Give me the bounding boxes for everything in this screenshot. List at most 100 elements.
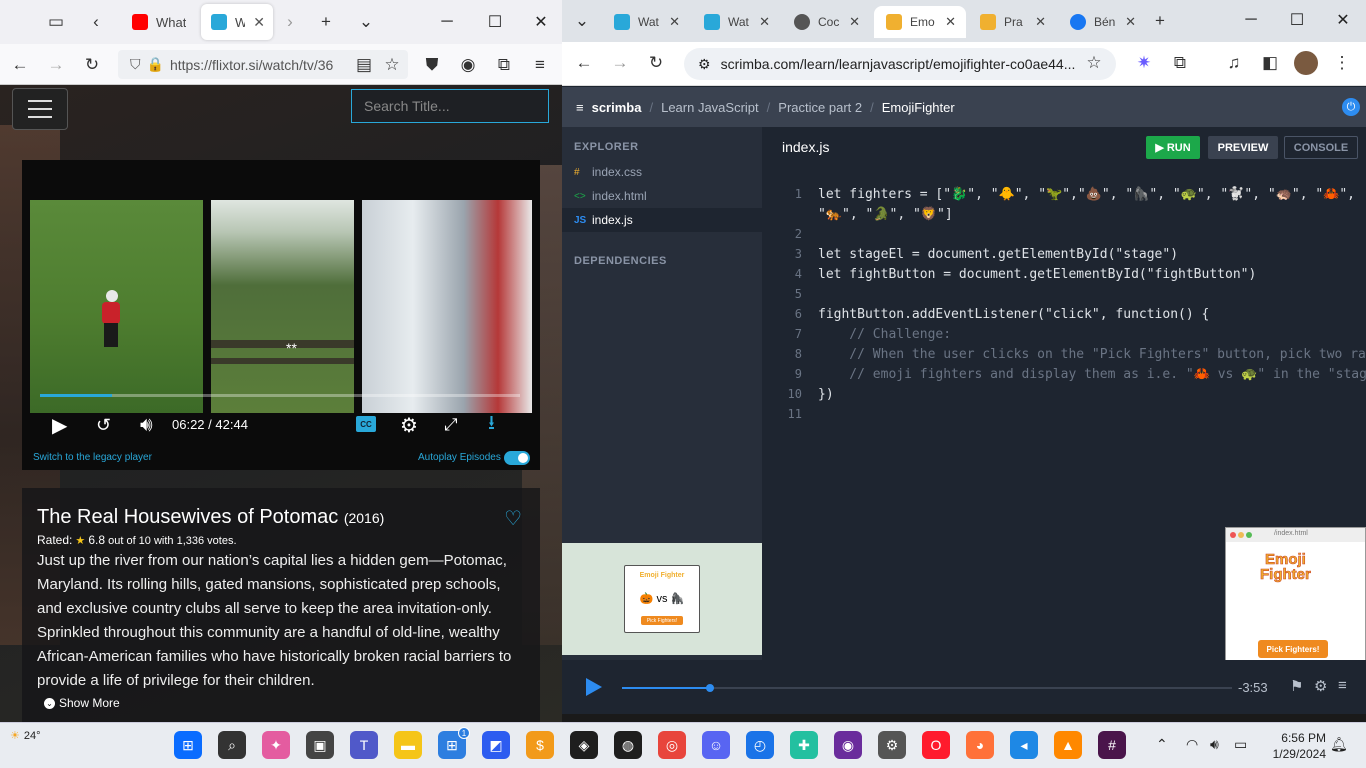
start-app-icon[interactable]: ⊞ [174, 731, 202, 759]
site-info-icon[interactable]: ⚙ [698, 56, 711, 73]
close-window-icon[interactable]: ✕ [1320, 0, 1366, 40]
menu-icon[interactable]: ⋮ [1330, 51, 1354, 75]
task-view-app-icon[interactable]: ▣ [306, 731, 334, 759]
heart-icon[interactable]: ♡ [504, 506, 522, 531]
github-app-icon[interactable]: ◍ [614, 731, 642, 759]
copilot-app-icon[interactable]: ✦ [262, 731, 290, 759]
file-index-css[interactable]: # index.css [562, 160, 762, 184]
back-icon[interactable]: ← [8, 53, 32, 77]
minimize-icon[interactable]: ─ [1228, 0, 1274, 40]
teams-app-icon[interactable]: T [350, 731, 378, 759]
play-icon[interactable]: ▶ [52, 412, 67, 438]
tab-scroll-left-icon[interactable]: ‹ [84, 10, 108, 34]
hamburger-menu-button[interactable] [12, 88, 68, 130]
tab-facebook[interactable]: Bén ✕ [1058, 6, 1146, 38]
file-index-html[interactable]: <> index.html [562, 184, 762, 208]
gear-icon[interactable]: ⚙ [400, 412, 418, 438]
scrimba-logo[interactable]: ≡ scrimba [576, 100, 641, 115]
app2-app-icon[interactable]: $ [526, 731, 554, 759]
app1-app-icon[interactable]: ◩ [482, 731, 510, 759]
opera-app-icon[interactable]: O [922, 731, 950, 759]
search-input[interactable]: Search Title... [351, 89, 549, 123]
show-more-button[interactable]: ⌄ Show More [44, 696, 120, 710]
scrim-seek-knob[interactable] [706, 684, 715, 692]
minimize-icon[interactable]: ─ [424, 0, 470, 44]
tab-emo-active[interactable]: Emo ✕ [874, 6, 966, 38]
scrim-seek-bar[interactable] [622, 684, 1232, 692]
tab-what[interactable]: What [122, 4, 196, 40]
volume-icon[interactable]: 🔊︎ [140, 412, 153, 438]
pocket-icon[interactable]: ⛊ [420, 53, 444, 77]
captions-button[interactable]: CC [356, 416, 376, 432]
side-panel-icon[interactable]: ◧ [1258, 51, 1282, 75]
close-icon[interactable]: ✕ [253, 14, 265, 31]
search-app-icon[interactable]: ⌕ [218, 731, 246, 759]
volume-icon[interactable]: 🔊︎ [1210, 736, 1219, 753]
breadcrumb-practice[interactable]: Practice part 2 [778, 100, 862, 115]
power-icon[interactable]: ⏻ [1342, 98, 1360, 116]
battery-icon[interactable]: ▭ [1234, 736, 1247, 753]
weather-widget[interactable]: ☀ 24° [10, 729, 41, 743]
avatar[interactable] [1294, 51, 1318, 75]
tab-wat-active[interactable]: Wat ✕ [201, 4, 273, 40]
account-icon[interactable]: ◉ [456, 53, 480, 77]
rewind-10-icon[interactable]: ↺ [96, 412, 111, 438]
console-button[interactable]: CONSOLE [1284, 136, 1358, 159]
code-area[interactable]: 1 let fighters = ["🐉", "🐥", "🦖","💩", "🦍",… [762, 187, 1366, 427]
tab-wat-1[interactable]: Wat ✕ [602, 6, 690, 38]
forward-icon[interactable]: → [608, 51, 632, 75]
firefox-app-icon[interactable]: ◕ [966, 731, 994, 759]
gear-icon[interactable]: ⚙ [1314, 677, 1327, 695]
preview-popup[interactable]: /index.html Emoji Fighter Pick Fighters! [1225, 527, 1366, 672]
play-icon[interactable] [586, 678, 602, 696]
file-index-js[interactable]: JS index.js [562, 208, 762, 232]
media-control-icon[interactable]: ♫ [1222, 51, 1246, 75]
autoplay-toggle[interactable] [504, 451, 530, 465]
app5-app-icon[interactable]: ◉ [834, 731, 862, 759]
reload-icon[interactable]: ↻ [644, 51, 668, 75]
tab-list-icon[interactable]: ▭ [44, 10, 68, 34]
close-window-icon[interactable]: ✕ [518, 0, 562, 44]
chrome-app-icon[interactable]: ◎ [658, 731, 686, 759]
new-tab-icon[interactable]: + [1148, 9, 1172, 33]
bookmark-icon[interactable]: ⚑ [1290, 677, 1303, 695]
legacy-player-link[interactable]: Switch to the legacy player [33, 452, 152, 463]
video-player[interactable]: ** ▶ ↺ 🔊︎ 06:22 / 42:44 CC ⚙ ⤢ ⭳ Switch … [22, 160, 540, 470]
reader-view-icon[interactable]: ▤ [352, 53, 376, 77]
extensions-icon[interactable]: ⧉ [1168, 51, 1192, 75]
app3-app-icon[interactable]: ◴ [746, 731, 774, 759]
tab-scroll-right-icon[interactable]: › [278, 10, 302, 34]
figma-app-icon[interactable]: ◈ [570, 731, 598, 759]
slack-app-icon[interactable]: # [1098, 731, 1126, 759]
run-button[interactable]: ▶ RUN [1146, 136, 1200, 159]
url-bar[interactable]: ⚙ scrimba.com/learn/learnjavascript/emoj… [684, 48, 1116, 80]
store-app-icon[interactable]: ⊞ 1 [438, 727, 470, 759]
dependencies-heading[interactable]: DEPENDENCIES [574, 255, 667, 267]
forward-icon[interactable]: → [44, 53, 68, 77]
back-icon[interactable]: ← [572, 51, 596, 75]
discord-app-icon[interactable]: ☺ [702, 731, 730, 759]
explorer-app-icon[interactable]: ▬ [394, 731, 422, 759]
download-icon[interactable]: ⭳ [488, 412, 495, 438]
seek-bar[interactable] [40, 394, 520, 397]
settings-app-icon[interactable]: ⚙ [878, 731, 906, 759]
menu-icon[interactable]: ≡ [528, 53, 552, 77]
maximize-icon[interactable]: ☐ [1274, 0, 1320, 40]
preview-button[interactable]: PREVIEW [1208, 136, 1278, 159]
breadcrumb-learn-javascript[interactable]: Learn JavaScript [661, 100, 759, 115]
extensions-icon[interactable]: ⧉ [492, 53, 516, 77]
bookmark-star-icon[interactable]: ☆ [1082, 51, 1106, 75]
fullscreen-icon[interactable]: ⤢ [444, 412, 458, 438]
chevron-down-icon[interactable]: ⌄ [354, 10, 378, 34]
pick-fighters-button[interactable]: Pick Fighters! [1258, 640, 1328, 658]
app4-app-icon[interactable]: ✚ [790, 731, 818, 759]
vscode-app-icon[interactable]: ◂ [1010, 731, 1038, 759]
vlc-app-icon[interactable]: ▲ [1054, 731, 1082, 759]
maximize-icon[interactable]: ☐ [472, 0, 518, 44]
chevron-up-icon[interactable]: ⌃ [1156, 736, 1168, 753]
bookmark-star-icon[interactable]: ☆ [380, 53, 404, 77]
tab-coc[interactable]: Coc ✕ [782, 6, 870, 38]
wifi-icon[interactable]: ◠ [1186, 736, 1198, 753]
tab-wat-2[interactable]: Wat ✕ [692, 6, 780, 38]
clock[interactable]: 6:56 PM 1/29/2024 [1273, 730, 1326, 762]
